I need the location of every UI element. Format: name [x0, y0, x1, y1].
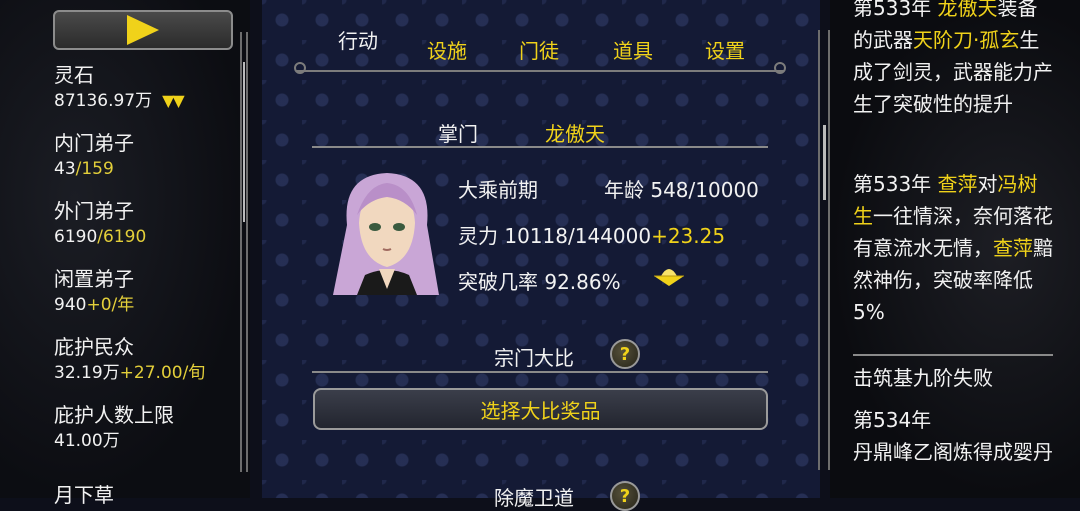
stat-protected-people: 庇护民众 32.19万+27.00/旬: [54, 334, 205, 386]
log-name[interactable]: 龙傲天: [938, 0, 998, 20]
tab-facilities[interactable]: 设施: [406, 18, 488, 70]
log-divider: [853, 354, 1053, 356]
stat-value: 41.00万: [54, 431, 120, 451]
stat-value: 87136.97万: [54, 91, 153, 111]
section-divider: [312, 146, 768, 148]
demon-slaying-help-icon[interactable]: ?: [610, 481, 640, 511]
stat-value: 940: [54, 295, 87, 315]
tournament-label: 宗门大比: [494, 346, 574, 370]
breakthrough-value: 92.86%: [544, 270, 621, 294]
log-entry: 第534年丹鼎峰乙阁炼得成婴丹: [853, 404, 1053, 468]
leader-breakthrough: 突破几率 92.86%: [458, 266, 621, 295]
stat-spirit-stone: 灵石 87136.97万 ▼▼: [54, 62, 185, 114]
leader-name[interactable]: 龙傲天: [545, 118, 605, 147]
log-year: 第533年: [853, 172, 938, 196]
chevron-down-icon[interactable]: ▼▼: [162, 88, 185, 114]
stat-value: 32.19万: [54, 363, 120, 383]
play-button[interactable]: [53, 10, 233, 50]
log-entry: 第533年 龙傲天装备的武器天阶刀·孤玄生成了剑灵，武器能力产生了突破性的提升: [853, 0, 1053, 120]
stat-value-row: 32.19万+27.00/旬: [54, 360, 205, 386]
stat-label: 外门弟子: [54, 199, 134, 223]
tab-action[interactable]: 行动: [318, 8, 398, 60]
center-scrollbar[interactable]: [818, 30, 830, 470]
stat-label: 灵石: [54, 63, 94, 87]
play-icon: [127, 15, 159, 45]
stat-extra: /6190: [97, 227, 147, 247]
log-text: 丹鼎峰乙阁炼得成婴丹: [853, 440, 1053, 464]
demon-slaying-label: 除魔卫道: [494, 486, 574, 510]
log-item[interactable]: 天阶刀·孤玄: [913, 28, 1019, 52]
log-year: 第533年: [853, 0, 938, 20]
tab-line-ornament: [294, 62, 306, 74]
stat-value-row: 6190/6190: [54, 224, 146, 250]
tab-underline: [296, 70, 784, 72]
stat-extra: /159: [75, 159, 114, 179]
leader-power: 灵力 10118/144000+23.25: [458, 220, 725, 249]
stat-value-row: 940+0/年: [54, 292, 134, 318]
tab-settings[interactable]: 设置: [682, 18, 768, 70]
power-rate: +23.25: [651, 224, 726, 248]
age-label: 年龄: [604, 178, 644, 202]
tab-items[interactable]: 道具: [590, 18, 676, 70]
stat-protection-cap: 庇护人数上限 41.00万: [54, 402, 174, 454]
log-text: 对: [977, 172, 998, 196]
tab-line-ornament: [774, 62, 786, 74]
tournament-help-icon[interactable]: ?: [610, 339, 640, 369]
stat-extra: +27.00/旬: [119, 363, 206, 383]
power-value: 10118/144000: [504, 224, 652, 248]
select-reward-button[interactable]: 选择大比奖品: [313, 388, 768, 430]
leader-realm: 大乘前期: [458, 178, 538, 202]
breakthrough-gem-icon[interactable]: [652, 264, 686, 288]
leader-avatar[interactable]: [327, 165, 445, 295]
stat-value-row: 87136.97万 ▼▼: [54, 88, 185, 114]
stat-label: 月下草: [54, 483, 114, 507]
stat-extra: +0/年: [86, 295, 135, 315]
stat-outer-disciples: 外门弟子 6190/6190: [54, 198, 146, 250]
power-label: 灵力: [458, 224, 498, 248]
breakthrough-label: 突破几率: [458, 270, 538, 294]
age-value: 548/10000: [650, 178, 759, 202]
section-divider: [312, 371, 768, 373]
log-entry: 击筑基九阶失败: [853, 366, 993, 390]
stat-label: 闲置弟子: [54, 267, 134, 291]
left-scroll-thumb[interactable]: [243, 62, 245, 222]
stat-label: 庇护人数上限: [54, 403, 174, 427]
log-entry: 第533年 查萍对冯树生一往情深，奈何落花有意流水无情，查萍黯然神伤，突破率降低…: [853, 168, 1053, 328]
tab-disciples[interactable]: 门徒: [496, 18, 582, 70]
leader-title-label: 掌门: [438, 122, 478, 146]
stat-value: 6190: [54, 227, 98, 247]
leader-age: 年龄 548/10000: [604, 174, 759, 203]
stat-label: 庇护民众: [54, 335, 134, 359]
stat-moon-grass: 月下草: [54, 482, 114, 508]
log-name[interactable]: 查萍: [938, 172, 978, 196]
log-name[interactable]: 查萍: [993, 236, 1033, 260]
stat-label: 内门弟子: [54, 131, 134, 155]
center-scroll-thumb[interactable]: [823, 125, 826, 200]
log-year: 第534年: [853, 408, 932, 432]
stat-value: 43: [54, 159, 76, 179]
left-scrollbar[interactable]: [240, 32, 248, 472]
stat-idle-disciples: 闲置弟子 940+0/年: [54, 266, 134, 318]
stat-value-row: 43/159: [54, 156, 134, 182]
stat-inner-disciples: 内门弟子 43/159: [54, 130, 134, 182]
